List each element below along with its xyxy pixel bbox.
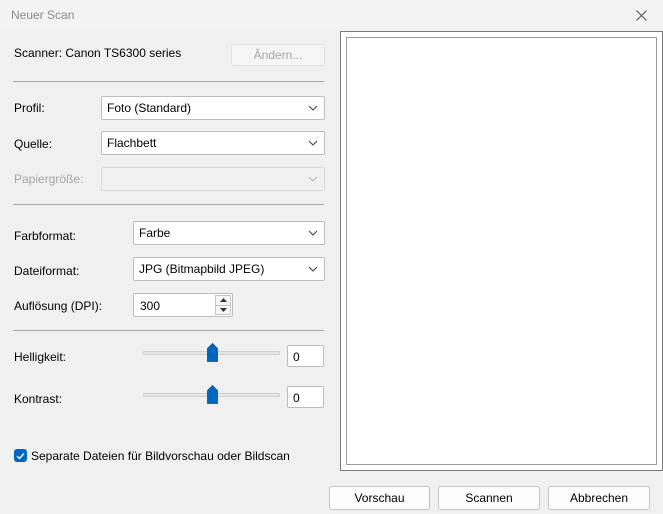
preview-page — [346, 37, 657, 465]
chevron-down-icon — [308, 105, 318, 111]
scanner-label: Scanner: Canon TS6300 series — [14, 46, 182, 60]
divider — [13, 81, 324, 82]
cancel-button[interactable]: Abbrechen — [548, 486, 650, 510]
scan-dialog: Neuer Scan Scanner: Canon TS6300 series … — [0, 0, 663, 514]
profile-select[interactable]: Foto (Standard) — [101, 96, 325, 120]
resolution-label: Auflösung (DPI): — [14, 299, 103, 313]
change-scanner-button[interactable]: Ändern... — [231, 44, 325, 66]
decrement-button[interactable] — [215, 305, 231, 315]
divider — [13, 330, 324, 331]
checkmark-icon — [16, 452, 25, 460]
chevron-down-icon — [308, 266, 318, 272]
brightness-value-field[interactable]: 0 — [287, 345, 324, 367]
slider-thumb[interactable] — [207, 385, 218, 404]
file-format-select[interactable]: JPG (Bitmapbild JPEG) — [133, 257, 325, 281]
brightness-slider[interactable] — [143, 343, 280, 363]
resolution-stepper[interactable]: 300 — [133, 293, 233, 317]
file-format-value: JPG (Bitmapbild JPEG) — [139, 262, 265, 276]
source-select[interactable]: Flachbett — [101, 131, 325, 155]
color-format-value: Farbe — [139, 226, 171, 240]
close-button[interactable] — [619, 0, 663, 31]
separate-files-checkbox[interactable] — [14, 449, 27, 462]
chevron-down-icon — [308, 176, 318, 182]
paper-size-label: Papiergröße: — [14, 172, 84, 186]
close-icon — [635, 10, 647, 21]
contrast-label: Kontrast: — [14, 392, 63, 406]
preview-button[interactable]: Vorschau — [329, 486, 430, 510]
preview-area — [340, 31, 663, 471]
color-format-select[interactable]: Farbe — [133, 221, 325, 245]
source-label: Quelle: — [14, 137, 53, 151]
profile-label: Profil: — [14, 101, 45, 115]
arrow-up-icon — [219, 298, 227, 303]
resolution-value: 300 — [140, 299, 161, 313]
arrow-down-icon — [219, 307, 227, 312]
paper-size-select[interactable] — [101, 167, 325, 191]
color-format-label: Farbformat: — [14, 229, 77, 243]
chevron-down-icon — [308, 230, 318, 236]
source-value: Flachbett — [107, 136, 157, 150]
separate-files-label[interactable]: Separate Dateien für Bildvorschau oder B… — [31, 449, 290, 463]
chevron-down-icon — [308, 140, 318, 146]
contrast-value-field[interactable]: 0 — [287, 386, 324, 408]
profile-value: Foto (Standard) — [107, 101, 192, 115]
window-title: Neuer Scan — [11, 8, 75, 22]
brightness-label: Helligkeit: — [14, 350, 67, 364]
scan-button[interactable]: Scannen — [438, 486, 540, 510]
increment-button[interactable] — [215, 295, 231, 306]
slider-thumb[interactable] — [207, 343, 218, 362]
file-format-label: Dateiformat: — [14, 264, 80, 278]
contrast-slider[interactable] — [143, 385, 280, 405]
title-bar: Neuer Scan — [0, 0, 663, 31]
divider — [13, 204, 324, 205]
